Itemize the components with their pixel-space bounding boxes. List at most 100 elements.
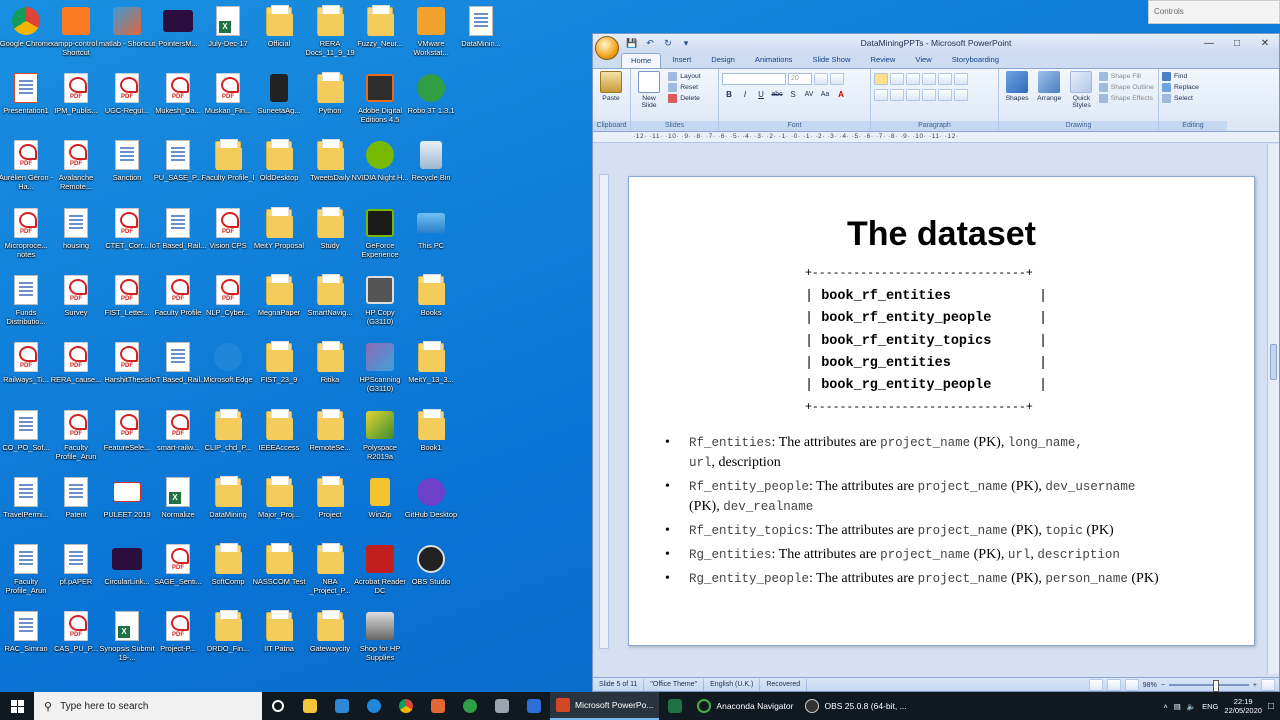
desktop-icon[interactable]: CAS_PU_P... <box>50 609 102 675</box>
shadow-button[interactable]: S <box>786 88 800 100</box>
desktop-icon[interactable]: SuneetaAg... <box>253 71 305 137</box>
desktop-icon[interactable]: HarshitThesis <box>101 340 153 406</box>
char-spacing-button[interactable]: AV <box>802 88 816 100</box>
columns-button[interactable] <box>938 89 952 101</box>
show-hidden-icons[interactable]: ˄ <box>1163 702 1167 711</box>
increase-indent-button[interactable] <box>922 73 936 85</box>
desktop-icon[interactable]: CO_PO_Sof... <box>0 408 52 474</box>
desktop-icon[interactable]: Faculty Profile_I <box>202 138 255 204</box>
clock[interactable]: 22:19 22/05/2020 <box>1224 697 1262 715</box>
zoom-slider[interactable] <box>1168 680 1249 692</box>
desktop-icon[interactable]: RERA Docs_11_9_19 <box>304 4 356 70</box>
desktop-icon[interactable]: MegnaPaper <box>253 273 305 339</box>
desktop-icon[interactable]: Project <box>304 475 356 541</box>
redo-icon[interactable]: ↻ <box>661 36 675 50</box>
desktop-icon[interactable]: Avalanche Remote... <box>50 138 102 204</box>
italic-button[interactable]: I <box>738 88 752 100</box>
tab-review[interactable]: Review <box>861 53 904 68</box>
desktop-icon[interactable]: Microsoft Edge <box>202 340 254 406</box>
tab-design[interactable]: Design <box>702 53 744 68</box>
normal-view-button[interactable] <box>1088 679 1103 691</box>
desktop-icon[interactable]: housing <box>50 206 102 272</box>
desktop-icon[interactable]: Muskan_Fin... <box>202 71 254 137</box>
desktop-icon[interactable]: DataMinin... <box>455 4 507 70</box>
desktop-icon[interactable]: MeitY Proposal <box>253 206 305 272</box>
bold-button[interactable]: B <box>722 88 736 100</box>
desktop-icon[interactable]: Survey <box>50 273 102 339</box>
keyboard-language[interactable]: ENG <box>1202 702 1218 711</box>
desktop-icon[interactable]: pf.pAPER <box>50 542 102 608</box>
desktop-icon[interactable]: Study <box>304 206 356 272</box>
taskbar-app-powerpoint[interactable]: Microsoft PowerPo... <box>550 692 660 720</box>
desktop-icon[interactable]: Aurélien Géron - Ha... <box>0 138 53 204</box>
align-text-button[interactable] <box>954 89 968 101</box>
desktop-icon[interactable]: Sanction <box>101 138 153 204</box>
desktop-icon[interactable]: Fuzzy_Neur... <box>354 4 406 70</box>
taskbar-search[interactable]: ⚲ Type here to search <box>34 692 262 720</box>
volume-icon[interactable]: 🔈 <box>1187 702 1196 711</box>
text-direction-button[interactable] <box>954 73 968 85</box>
desktop-icon[interactable]: OBS Studio <box>405 542 457 608</box>
office-button[interactable] <box>595 36 619 60</box>
shape-effects-button[interactable]: Shape Effects <box>1098 93 1154 104</box>
desktop-icon[interactable]: Google Chrome <box>0 4 52 70</box>
scroll-thumb[interactable] <box>1270 344 1277 380</box>
zoom-out-icon[interactable]: − <box>1161 682 1165 689</box>
quick-styles-button[interactable]: Quick Styles <box>1066 71 1096 109</box>
desktop-icon[interactable]: PointersM... <box>152 4 204 70</box>
desktop-icon[interactable]: smart-railw... <box>152 408 204 474</box>
desktop-icon[interactable]: PU_SASE_P... <box>152 138 204 204</box>
desktop-icon[interactable]: Synopsis Submit 19-... <box>99 609 155 675</box>
desktop-icon[interactable]: matlab - Shortcut <box>99 4 155 70</box>
desktop-icon[interactable]: Acrobat Reader DC <box>354 542 406 608</box>
desktop-icon[interactable]: MeitY_13_3... <box>405 340 457 406</box>
robo3t-icon[interactable] <box>454 692 486 720</box>
desktop-icon[interactable]: Ritika <box>304 340 356 406</box>
desktop-icon[interactable]: GeForce Experience <box>354 206 406 272</box>
tab-insert[interactable]: Insert <box>663 53 700 68</box>
desktop-icon[interactable]: TravelPermi... <box>0 475 52 541</box>
fit-slide-button[interactable] <box>1261 679 1275 691</box>
layout-button[interactable]: Layout <box>668 71 701 82</box>
desktop-icon[interactable]: SoftComp <box>202 542 254 608</box>
save-icon[interactable]: 💾 <box>625 36 639 50</box>
desktop-icon[interactable]: Books <box>405 273 457 339</box>
desktop-icon[interactable]: Official <box>253 4 305 70</box>
desktop-icon[interactable]: Shop for HP Supplies <box>354 609 406 675</box>
network-icon[interactable]: ▤ <box>1174 702 1181 711</box>
desktop-icon[interactable]: Faculty Profile_Arun <box>50 408 102 474</box>
arrange-button[interactable]: Arrange <box>1034 71 1064 102</box>
desktop-icon[interactable]: PULEET 2019 <box>101 475 153 541</box>
mail-icon[interactable] <box>326 692 358 720</box>
tab-animations[interactable]: Animations <box>746 53 802 68</box>
desktop-icon[interactable]: FIST_Letter... <box>101 273 153 339</box>
desktop-icon[interactable]: FeatureSele... <box>101 408 153 474</box>
bullet-list[interactable]: Rf_entities: The attributes are project_… <box>665 433 1240 593</box>
slideshow-button[interactable] <box>1124 679 1139 691</box>
desktop-icon[interactable]: RAC_Simran <box>0 609 52 675</box>
find-button[interactable]: Find <box>1162 71 1224 82</box>
desktop-icon[interactable]: Recycle Bin <box>405 138 457 204</box>
taskbar-app-obs[interactable]: OBS 25.0.8 (64-bit, ... <box>799 692 912 720</box>
bullets-button[interactable] <box>874 73 888 85</box>
desktop-icon[interactable]: NVIDIA Night H... <box>351 138 409 204</box>
desktop-icon[interactable]: Python <box>304 71 356 137</box>
shapes-button[interactable]: Shapes <box>1002 71 1032 102</box>
desktop-icon[interactable]: IEEEAccess <box>253 408 305 474</box>
tab-home[interactable]: Home <box>621 53 662 68</box>
font-name-box[interactable] <box>722 73 786 85</box>
desktop-icon[interactable]: IPM_Publis... <box>50 71 102 137</box>
desktop-icon[interactable]: Patent <box>50 475 102 541</box>
desktop-icon[interactable]: Mukesh_Da... <box>152 71 204 137</box>
desktop-icon[interactable]: VMware Workstat... <box>405 4 457 70</box>
desktop-icon[interactable]: GitHub Desktop <box>405 475 457 541</box>
desktop-icon[interactable]: RERA_cause... <box>50 340 102 406</box>
align-left-button[interactable] <box>874 89 888 101</box>
desktop-icon[interactable]: Microproce... notes <box>0 206 52 272</box>
font-size-box[interactable]: 20 <box>788 73 812 85</box>
desktop-icon[interactable]: July-Dec-17 <box>202 4 254 70</box>
delete-button[interactable]: Delete <box>668 93 700 104</box>
shape-outline-button[interactable]: Shape Outline <box>1098 82 1154 93</box>
slide-title[interactable]: The dataset <box>629 215 1254 254</box>
matlab-icon[interactable] <box>422 692 454 720</box>
